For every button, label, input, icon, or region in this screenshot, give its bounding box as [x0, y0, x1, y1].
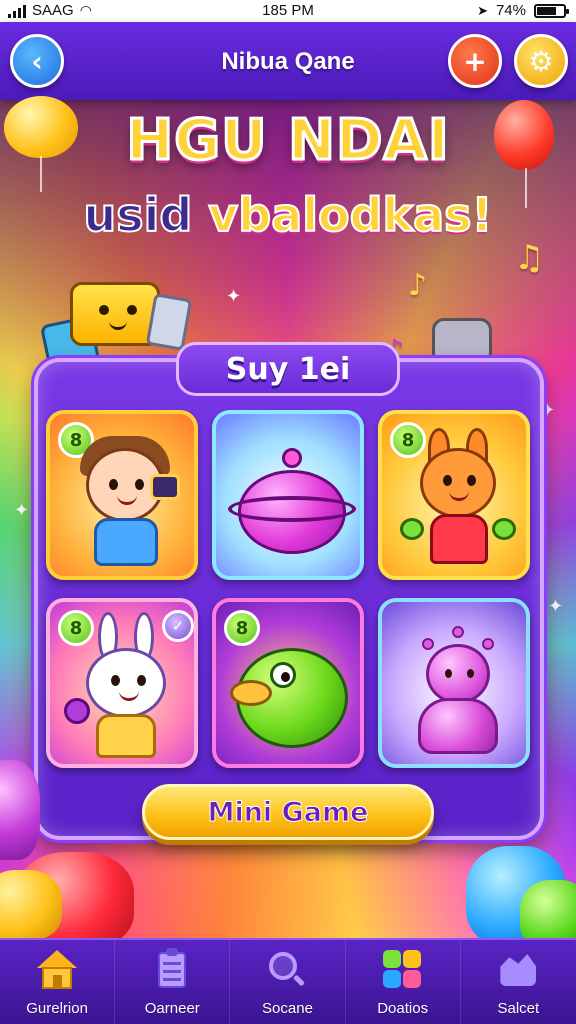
fox-eye	[467, 475, 476, 486]
robot-mascot	[432, 318, 492, 358]
clipboard-icon	[150, 948, 194, 992]
tile-badge: 8	[224, 610, 260, 646]
nav-item-search[interactable]: Socane	[230, 940, 346, 1024]
plus-icon: +	[463, 44, 487, 78]
top-app-bar: ‹ Nibua Qane + ⚙	[0, 22, 576, 100]
blob-eye	[467, 669, 474, 678]
mini-game-button[interactable]: Mini Game	[142, 784, 434, 840]
fox-smile	[449, 491, 469, 501]
games-icon	[381, 948, 425, 992]
music-note-icon: ♪	[408, 268, 428, 303]
battery-percent: 74%	[495, 2, 526, 19]
mini-game-label: Mini Game	[207, 796, 369, 828]
character-tile-bunny[interactable]: 8 ✓	[46, 598, 198, 768]
nav-item-label: Gurelrion	[26, 1000, 88, 1017]
bunny-body	[96, 714, 156, 758]
cloud-icon	[496, 948, 540, 992]
fox-head	[420, 448, 496, 518]
bunny-smile	[119, 691, 139, 701]
character-tile-blob[interactable]	[378, 598, 530, 768]
pot-knob	[282, 448, 302, 468]
panel-title: Suy 1ei	[225, 351, 351, 387]
home-icon	[35, 948, 79, 992]
blob-head	[426, 644, 490, 704]
camera-icon	[150, 474, 180, 500]
back-button[interactable]: ‹	[10, 34, 64, 88]
status-right: ➤ 74%	[477, 2, 569, 19]
leaf-icon: ✓	[162, 610, 194, 642]
nav-item-cloud[interactable]: Salcet	[461, 940, 576, 1024]
blob-eye	[445, 669, 452, 678]
nav-item-label: Salcet	[497, 1000, 540, 1017]
fox-hand	[492, 518, 516, 540]
kid-eye	[135, 479, 144, 490]
music-note-icon: ♫	[514, 238, 545, 278]
character-tile-kid[interactable]: 8	[46, 410, 198, 580]
character-tile-fox[interactable]: 8	[378, 410, 530, 580]
nav-item-home[interactable]: Gurelrion	[0, 940, 116, 1024]
status-bar: SAAG ◠ 185 PM ➤ 74%	[0, 0, 576, 22]
jelly-decoration	[0, 870, 62, 940]
chevron-left-icon: ‹	[31, 44, 43, 78]
blob-body	[418, 698, 498, 754]
bunny-eye	[111, 675, 120, 686]
jelly-decoration	[0, 760, 40, 860]
battery-icon	[534, 3, 569, 18]
kid-body	[94, 518, 158, 566]
bunny-glove	[64, 698, 90, 724]
banner-headline: HGU NDAI	[125, 107, 450, 175]
banner-subline-part1: usid	[82, 187, 193, 243]
nav-item-clipboard[interactable]: Oarneer	[115, 940, 231, 1024]
mascot-eye	[99, 305, 109, 315]
gear-icon: ⚙	[528, 44, 554, 78]
pot-ring	[228, 496, 356, 522]
tile-badge: 8	[58, 610, 94, 646]
sparkle-icon: ✦	[226, 286, 242, 307]
sparkle-icon: ✦	[14, 500, 30, 521]
add-button[interactable]: +	[448, 34, 502, 88]
page-title: Nibua Qane	[221, 48, 355, 75]
settings-button[interactable]: ⚙	[514, 34, 568, 88]
character-tile-dino[interactable]: 8	[212, 598, 364, 768]
fox-body	[430, 514, 488, 564]
mascot-mouth	[109, 321, 127, 330]
bunny-eye	[137, 675, 146, 686]
bunny-head	[86, 648, 166, 718]
nav-item-label: Oarneer	[144, 1000, 200, 1017]
banner-subline: usid vbalodkas!	[0, 187, 576, 243]
banner-subline-part2: vbalodkas!	[207, 187, 493, 243]
blob-spike	[482, 638, 494, 650]
mascot-eye	[127, 305, 137, 315]
battery-fill	[537, 6, 556, 15]
blob-spike	[452, 626, 464, 638]
dino-eye	[270, 662, 296, 688]
kid-smile	[117, 495, 137, 505]
nav-item-label: Socane	[262, 1000, 313, 1017]
fox-eye	[443, 475, 452, 486]
nav-item-label: Doatios	[377, 1000, 429, 1017]
sparkle-icon: ✦	[548, 596, 564, 617]
kid-eye	[109, 479, 118, 490]
dino-beak	[230, 680, 272, 706]
tile-badge: 8	[390, 422, 426, 458]
bottom-nav: Gurelrion Oarneer Socane Doatios Salcet	[0, 938, 576, 1024]
panel-title-tab: Suy 1ei	[176, 342, 400, 396]
fox-hand	[400, 518, 424, 540]
nav-item-games[interactable]: Doatios	[346, 940, 461, 1024]
search-icon	[265, 948, 309, 992]
location-icon: ➤	[477, 2, 488, 18]
character-tile-pot[interactable]	[212, 410, 364, 580]
blob-spike	[422, 638, 434, 650]
